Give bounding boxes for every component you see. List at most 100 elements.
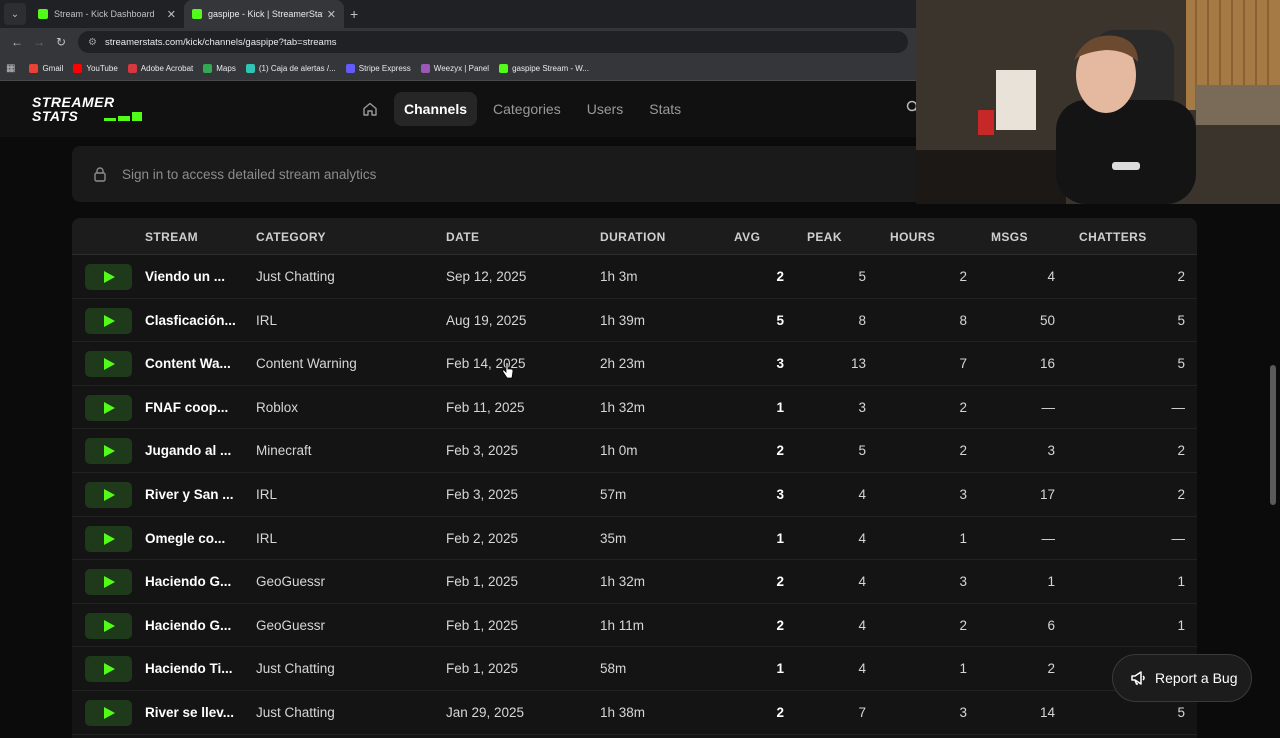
stream-msgs: — [1041, 530, 1056, 546]
header-duration[interactable]: DURATION [600, 230, 666, 244]
stream-title[interactable]: Omegle co... [145, 531, 245, 546]
stream-title[interactable]: Clasficación... [145, 313, 245, 328]
page-scrollbar[interactable] [1270, 365, 1276, 505]
back-icon[interactable]: ← [6, 35, 28, 49]
stream-date: Feb 3, 2025 [446, 443, 519, 459]
bookmark-weezyx[interactable]: Weezyx | Panel [420, 63, 489, 73]
stream-chatters: 2 [1177, 269, 1185, 284]
site-info-icon[interactable]: ⚙ [88, 37, 97, 48]
play-button[interactable] [85, 699, 132, 726]
stream-date: Feb 3, 2025 [446, 486, 519, 502]
stream-category[interactable]: IRL [256, 313, 277, 328]
table-row[interactable]: FNAF coop... Roblox Feb 11, 2025 1h 32m 1 3 2 —… [72, 386, 1197, 430]
table-row[interactable]: Omegle co... IRL Feb 2, 2025 35m 1 4 1 — — [72, 517, 1197, 561]
close-tab-icon[interactable]: ✕ [327, 8, 336, 21]
table-row[interactable]: Viendo un ... Just Chatting Sep 12, 2025 1h… [72, 255, 1197, 299]
bookmark-caja-alertas[interactable]: (1) Caja de alertas /... [245, 63, 336, 73]
close-tab-icon[interactable]: ✕ [167, 8, 176, 21]
header-category[interactable]: CATEGORY [256, 230, 326, 244]
stream-duration: 1h 32m [600, 399, 646, 415]
header-peak[interactable]: PEAK [807, 230, 842, 244]
new-tab-button[interactable]: + [350, 6, 358, 22]
table-row[interactable]: Haciendo Ti... Just Chatting Feb 1, 2025 58… [72, 647, 1197, 691]
header-avg[interactable]: AVG [734, 230, 760, 244]
header-chatters[interactable]: CHATTERS [1079, 230, 1147, 244]
stream-chatters: 5 [1177, 312, 1185, 328]
stream-category[interactable]: Just Chatting [256, 661, 335, 676]
stream-title[interactable]: Haciendo G... [145, 618, 245, 633]
stream-title[interactable]: FNAF coop... [145, 400, 245, 415]
acrobat-icon [127, 63, 137, 73]
bookmark-adobe-acrobat[interactable]: Adobe Acrobat [127, 63, 193, 73]
play-button[interactable] [85, 307, 132, 334]
nav-channels[interactable]: Channels [394, 92, 478, 126]
table-row[interactable]: Content Wa... Content Warning Feb 14, 2025… [72, 342, 1197, 386]
play-button[interactable] [85, 481, 132, 508]
tab-search-button[interactable]: ⌄ [4, 3, 26, 25]
stream-category[interactable]: Just Chatting [256, 269, 335, 284]
stream-title[interactable]: Haciendo G... [145, 574, 245, 589]
browser-tab-streamerstats[interactable]: gaspipe - Kick | StreamerStats ✕ [184, 0, 344, 28]
stream-category[interactable]: GeoGuessr [256, 618, 325, 633]
stream-title[interactable]: Viendo un ... [145, 269, 245, 284]
stream-title[interactable]: Haciendo Ti... [145, 661, 245, 676]
stream-duration: 1h 3m [600, 269, 638, 284]
stream-hours: 3 [959, 486, 967, 502]
stream-msgs: 14 [1039, 704, 1055, 720]
stream-duration: 2h 23m [600, 356, 646, 372]
nav-categories[interactable]: Categories [483, 92, 571, 126]
table-row[interactable]: River se llev... Just Chatting Jan 29, 202… [72, 691, 1197, 735]
megaphone-icon [1131, 671, 1145, 685]
stream-category[interactable]: Roblox [256, 400, 298, 415]
table-row[interactable]: Clasficación... IRL Aug 19, 2025 1h 39m 5 8 8 5… [72, 299, 1197, 343]
stream-category[interactable]: GeoGuessr [256, 574, 325, 589]
stream-category[interactable]: IRL [256, 531, 277, 546]
play-button[interactable] [85, 612, 132, 639]
stream-category[interactable]: IRL [256, 487, 277, 502]
play-button[interactable] [85, 569, 132, 596]
play-icon [103, 314, 115, 327]
play-button[interactable] [85, 656, 132, 683]
nav-stats[interactable]: Stats [639, 92, 691, 126]
table-row[interactable]: Haciendo G... GeoGuessr Feb 1, 2025 1h 11m 2… [72, 604, 1197, 648]
play-button[interactable] [85, 525, 132, 552]
play-button[interactable] [85, 264, 132, 290]
streamerstats-logo[interactable]: STREAMER STATS [32, 95, 152, 125]
reload-icon[interactable]: ↻ [50, 35, 72, 49]
play-icon [103, 445, 115, 458]
play-button[interactable] [85, 438, 132, 465]
nav-users[interactable]: Users [577, 92, 634, 126]
stream-category[interactable]: Content Warning [256, 356, 357, 371]
stream-category[interactable]: Minecraft [256, 443, 312, 458]
table-row[interactable]: Haciendo G... GeoGuessr Feb 1, 2025 1h 32m 2… [72, 560, 1197, 604]
stream-category[interactable]: Just Chatting [256, 705, 335, 720]
url-bar[interactable]: ⚙ streamerstats.com/kick/channels/gaspip… [78, 31, 908, 53]
bookmark-gmail[interactable]: Gmail [29, 63, 63, 73]
table-row[interactable]: Jugando al ... Minecraft Feb 3, 2025 1h 0m 2… [72, 429, 1197, 473]
apps-grid-icon[interactable]: ▦ [6, 63, 15, 74]
stream-title[interactable]: River y San ... [145, 487, 245, 502]
browser-tab-kick-dashboard[interactable]: Stream - Kick Dashboard ✕ [30, 0, 184, 28]
tab-title: Stream - Kick Dashboard [54, 9, 155, 19]
header-date[interactable]: DATE [446, 230, 479, 244]
header-stream[interactable]: STREAM [145, 230, 198, 244]
forward-icon[interactable]: → [28, 35, 50, 49]
bookmark-gaspipe-stream[interactable]: gaspipe Stream - W... [499, 63, 589, 73]
stream-title[interactable]: Content Wa... [145, 356, 245, 371]
table-body: Viendo un ... Just Chatting Sep 12, 2025 1h… [72, 255, 1197, 735]
table-row[interactable]: River y San ... IRL Feb 3, 2025 57m 3 4 3 17 2 [72, 473, 1197, 517]
header-hours[interactable]: HOURS [890, 230, 935, 244]
play-button[interactable] [85, 394, 132, 421]
bookmark-stripe-express[interactable]: Stripe Express [345, 63, 411, 73]
report-bug-button[interactable]: Report a Bug [1112, 654, 1252, 702]
play-icon [103, 532, 115, 545]
stream-title[interactable]: Jugando al ... [145, 443, 245, 458]
stream-msgs: 1 [1047, 574, 1055, 590]
header-msgs[interactable]: MSGS [991, 230, 1028, 244]
bookmark-youtube[interactable]: YouTube [73, 63, 118, 73]
stream-title[interactable]: River se llev... [145, 705, 245, 720]
play-button[interactable] [85, 351, 132, 378]
home-icon[interactable] [360, 92, 380, 126]
play-icon [103, 706, 115, 719]
bookmark-maps[interactable]: Maps [203, 63, 236, 73]
